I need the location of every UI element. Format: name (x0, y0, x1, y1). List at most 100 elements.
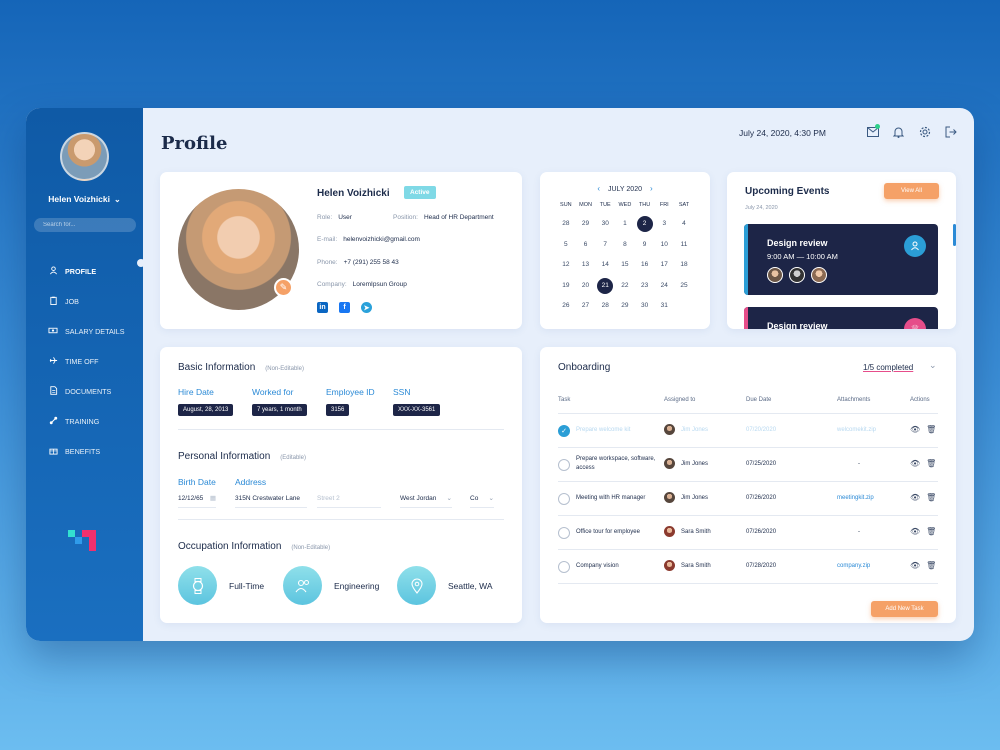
calendar-day[interactable]: 30 (595, 216, 615, 233)
calendar-day[interactable]: 26 (556, 298, 576, 315)
edit-photo-icon[interactable]: ✎ (274, 278, 293, 297)
sidebar-item-training[interactable]: TRAINING (48, 406, 125, 436)
task-checkbox[interactable] (558, 561, 570, 573)
telegram-icon[interactable]: ➤ (361, 302, 372, 313)
sidebar-item-time-off[interactable]: TIME OFF (48, 346, 125, 376)
street2-field[interactable]: Street 2 (317, 494, 381, 508)
prev-month-icon[interactable]: ‹ (597, 184, 600, 193)
chevron-down-icon[interactable]: ⌄ (929, 360, 937, 371)
eye-icon[interactable]: 👁︎ (910, 527, 920, 536)
state-select[interactable]: Co ⌄ (470, 494, 494, 508)
search-input[interactable] (34, 218, 136, 232)
eye-icon[interactable]: 👁︎ (910, 493, 920, 502)
calendar-day[interactable]: 5 (556, 237, 576, 254)
calendar-day-number: 31 (660, 302, 668, 309)
avatar[interactable] (767, 267, 783, 283)
avatar (664, 424, 675, 435)
trash-icon[interactable]: 🗑︎ (926, 459, 936, 468)
view-all-button[interactable]: View All (884, 183, 939, 199)
task-checkbox[interactable] (558, 493, 570, 505)
calendar-day-selected[interactable]: 2 (635, 216, 655, 233)
calendar-day[interactable]: 29 (615, 298, 635, 315)
sidebar-item-salary-details[interactable]: SALARY DETAILS (48, 316, 125, 346)
facebook-icon[interactable]: f (339, 302, 350, 313)
calendar-day[interactable]: 13 (576, 257, 596, 274)
calendar-day[interactable]: 28 (595, 298, 615, 315)
calendar-day[interactable]: 22 (615, 278, 635, 295)
birth-date-field[interactable]: 12/12/65 ▦ (178, 494, 216, 508)
street1-field[interactable]: 315N Crestwater Lane (235, 494, 307, 508)
calendar-day[interactable]: 17 (654, 257, 674, 274)
user-menu[interactable]: Helen Voizhicki ⌄ (26, 194, 143, 204)
training-icon (48, 416, 58, 426)
calendar-day-number: 23 (640, 281, 649, 289)
sidebar-item-job[interactable]: JOB (48, 286, 125, 316)
calendar-day[interactable]: 4 (674, 216, 694, 233)
calendar-day[interactable]: 6 (576, 237, 596, 254)
basic-info-note: (Non-Editable) (265, 366, 304, 372)
logout-icon[interactable] (944, 125, 957, 138)
attachment-link[interactable]: welcomekit.zip (837, 427, 885, 433)
calendar-day[interactable]: 11 (674, 237, 694, 254)
calendar-day[interactable]: 28 (556, 216, 576, 233)
calendar-day[interactable]: 19 (556, 278, 576, 295)
calendar-day-number: 30 (601, 220, 609, 227)
calendar-day[interactable]: 1 (615, 216, 635, 233)
next-month-icon[interactable]: › (650, 184, 653, 193)
sidebar-item-profile[interactable]: PROFILE (48, 256, 125, 286)
avatar[interactable] (60, 132, 109, 181)
scrollbar[interactable] (953, 224, 956, 246)
task-checkbox[interactable]: ✓ (558, 425, 570, 437)
city-select[interactable]: West Jordan ⌄ (400, 494, 452, 508)
sidebar-item-benefits[interactable]: BENEFITS (48, 436, 125, 466)
gear-icon[interactable] (918, 125, 931, 138)
add-new-task-button[interactable]: Add New Task (871, 601, 938, 617)
attachment-link[interactable]: company.zip (837, 563, 885, 569)
trash-icon[interactable]: 🗑︎ (926, 493, 936, 502)
event-card[interactable]: Design review 9:00 AM — 10:00 AM (744, 224, 938, 295)
calendar-day[interactable]: 27 (576, 298, 596, 315)
calendar-day[interactable]: 16 (635, 257, 655, 274)
trash-icon[interactable]: 🗑︎ (926, 527, 936, 536)
watch-icon (178, 566, 217, 605)
bell-icon[interactable] (892, 125, 905, 138)
worked-for-value: 7 years, 1 month (252, 404, 307, 416)
sidebar-item-documents[interactable]: DOCUMENTS (48, 376, 125, 406)
events-date: July 24, 2020 (745, 205, 778, 211)
calendar-day[interactable]: 18 (674, 257, 694, 274)
trash-icon[interactable]: 🗑︎ (926, 561, 936, 570)
task-checkbox[interactable] (558, 459, 570, 471)
task-checkbox[interactable] (558, 527, 570, 539)
mail-icon[interactable] (866, 124, 880, 138)
calendar-day[interactable]: 29 (576, 216, 596, 233)
eye-icon[interactable]: 👁︎ (910, 561, 920, 570)
calendar-day[interactable]: 31 (654, 298, 674, 315)
calendar-day[interactable]: 15 (615, 257, 635, 274)
eye-icon[interactable]: 👁︎ (910, 425, 920, 434)
calendar-day[interactable]: 10 (654, 237, 674, 254)
calendar-day[interactable]: 24 (654, 278, 674, 295)
avatar[interactable] (811, 267, 827, 283)
email-value[interactable]: helenvoizhicki@gmail.com (343, 236, 420, 243)
calendar-day[interactable]: 12 (556, 257, 576, 274)
calendar-day[interactable]: 14 (595, 257, 615, 274)
person-icon (904, 235, 926, 257)
calendar-day[interactable]: 30 (635, 298, 655, 315)
sidebar: Helen Voizhicki⌄ PROFILE JOB SALARY DETA… (26, 108, 145, 641)
avatar[interactable] (789, 267, 805, 283)
event-card[interactable]: Design review ♕ (744, 307, 938, 329)
calendar-day-selected[interactable]: 21 (595, 277, 615, 295)
attachment-empty: - (858, 529, 860, 535)
calendar-day[interactable]: 9 (635, 237, 655, 254)
calendar-day[interactable]: 25 (674, 278, 694, 295)
calendar-day[interactable]: 3 (654, 216, 674, 233)
calendar-day[interactable]: 20 (576, 278, 596, 295)
linkedin-icon[interactable]: in (317, 302, 328, 313)
trash-icon[interactable]: 🗑︎ (926, 425, 936, 434)
attachment-link[interactable]: meetingkit.zip (837, 495, 885, 501)
eye-icon[interactable]: 👁︎ (910, 459, 920, 468)
calendar-day[interactable]: 8 (615, 237, 635, 254)
calendar-day[interactable]: 7 (595, 237, 615, 254)
sidebar-item-label: TRAINING (65, 416, 100, 426)
calendar-day[interactable]: 23 (635, 278, 655, 295)
